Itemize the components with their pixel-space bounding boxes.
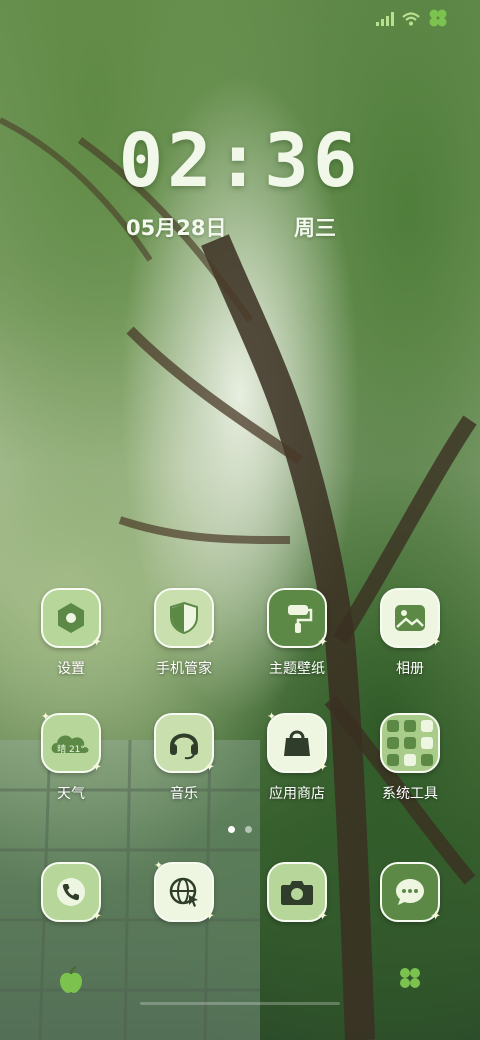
message-icon: ✦	[380, 862, 441, 923]
folder-grid-icon	[380, 713, 440, 773]
page-dot-1[interactable]	[228, 826, 235, 833]
app-weather[interactable]: 晴 21° ✦ ✦ 天气	[21, 710, 121, 803]
page-dot-2[interactable]	[245, 826, 252, 833]
app-label: 设置	[57, 661, 85, 677]
folder-system-tools[interactable]: 系统工具	[360, 713, 460, 803]
app-label: 手机管家	[156, 661, 212, 677]
app-label: 系统工具	[382, 786, 438, 802]
app-label: 相册	[396, 661, 424, 677]
shopping-bag-icon: ✦ ✦	[267, 710, 328, 775]
app-label: 音乐	[170, 786, 198, 802]
clover-icon	[428, 8, 448, 32]
app-settings[interactable]: ✦ 设置	[21, 588, 121, 678]
phone-icon: ✦	[41, 862, 102, 923]
clock-time[interactable]: 02:36	[0, 118, 480, 204]
paint-roller-icon: ✦	[267, 588, 328, 649]
app-label: 应用商店	[269, 786, 325, 802]
signal-icon	[376, 11, 394, 30]
home-indicator[interactable]	[140, 1002, 340, 1005]
shield-icon: ✦	[154, 588, 215, 649]
app-phone-manager[interactable]: ✦ 手机管家	[134, 588, 234, 678]
app-music[interactable]: ✦ 音乐	[134, 713, 234, 803]
dock-browser[interactable]: ✦ ✦	[134, 859, 234, 924]
wifi-icon	[402, 11, 420, 30]
globe-browser-icon: ✦ ✦	[154, 859, 215, 924]
dock-phone[interactable]: ✦	[21, 862, 121, 923]
camera-icon: ✦	[267, 862, 328, 923]
clock-date: 05月28日	[126, 216, 227, 240]
app-gallery[interactable]: ✦ 相册	[360, 588, 460, 678]
apple-icon	[58, 966, 84, 998]
dock-messages[interactable]: ✦	[360, 862, 460, 923]
status-bar	[376, 8, 448, 32]
app-theme-wallpaper[interactable]: ✦ 主题壁纸	[247, 588, 347, 678]
headphones-icon: ✦	[154, 713, 215, 774]
app-label: 主题壁纸	[269, 661, 325, 677]
clover-icon	[398, 966, 422, 994]
clock-weekday: 周三	[294, 216, 336, 240]
app-label: 天气	[57, 786, 85, 802]
picture-icon: ✦	[380, 588, 441, 649]
app-store[interactable]: ✦ ✦ 应用商店	[247, 710, 347, 803]
hexagon-nut-icon: ✦	[41, 588, 102, 649]
cloud-sun-icon: 晴 21° ✦ ✦	[41, 710, 102, 775]
weather-badge: 晴 21°	[57, 743, 85, 755]
dock-camera[interactable]: ✦	[247, 862, 347, 923]
page-indicator[interactable]	[0, 826, 480, 833]
